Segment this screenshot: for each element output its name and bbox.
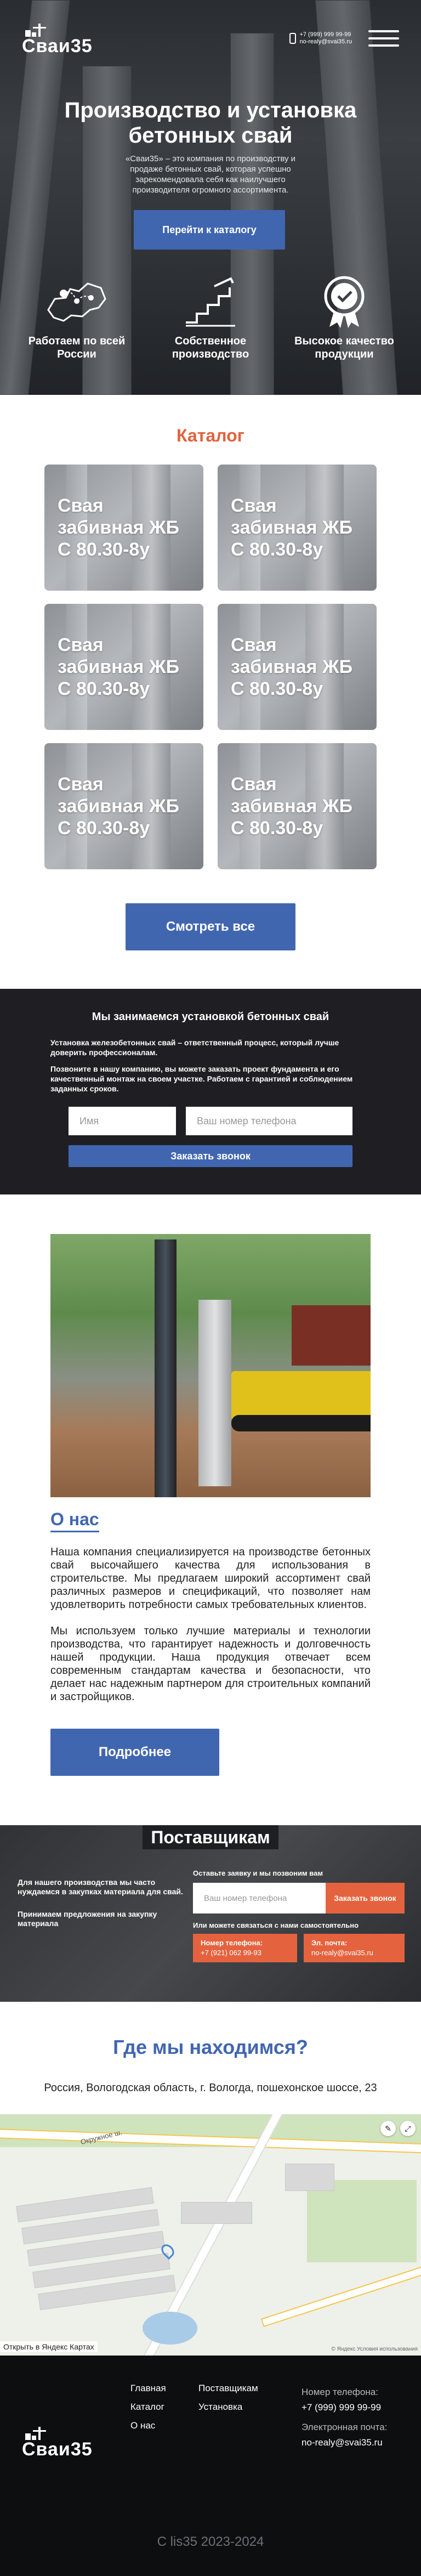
footer-contacts: Номер телефона: +7 (999) 999 99-99 Элект… — [301, 2386, 387, 2449]
catalog-card-title: Свая забивная ЖБ С 80.30-8у — [231, 495, 353, 560]
header-phone[interactable]: +7 (999) 999 99-99 — [299, 31, 352, 38]
footer-nav: Главная Поставщикам Каталог Установка О … — [130, 2383, 266, 2431]
hero-title: Производство и установка бетонных свай — [64, 98, 357, 148]
catalog-card-title: Свая забивная ЖБ С 80.30-8у — [231, 635, 353, 699]
feature-item: Работаем по всей России — [22, 274, 132, 361]
callback-form: Имя Ваш номер телефона — [50, 1107, 371, 1135]
supplier-email[interactable]: no-realy@svai35.ru — [311, 1948, 397, 1958]
supplier-order-call-button[interactable]: Заказать звонок — [326, 1883, 405, 1913]
feature-label: Высокое качество продукции — [294, 335, 394, 360]
supplier-phone[interactable]: +7 (921) 062 99-93 — [201, 1948, 289, 1958]
footer-phone-label: Номер телефона: — [301, 2387, 378, 2397]
open-in-yandex-link[interactable]: Открыть в Яндекс Картах — [0, 2341, 98, 2352]
suppliers-text: Для нашего производства мы часто нуждаем… — [18, 1878, 183, 1896]
about-section: О нас Наша компания специализируется на … — [0, 1194, 421, 1825]
location-section: Где мы находимся? Россия, Вологодская об… — [0, 2002, 421, 2356]
footer-link-suppliers[interactable]: Поставщикам — [198, 2383, 266, 2394]
supplier-email-card: Эл. почта: no-realy@svai35.ru — [304, 1934, 405, 1962]
catalog-card[interactable]: Свая забивная ЖБ С 80.30-8у — [44, 604, 203, 730]
header-actions: +7 (999) 999 99-99 no-realy@svai35.ru — [289, 30, 399, 47]
about-text: Наша компания специализируется на произв… — [50, 1546, 371, 1611]
suppliers-form-label: Оставьте заявку и мы позвоним вам — [193, 1869, 323, 1877]
logo-text: Сваи35 — [22, 2439, 93, 2460]
hero-lead: «Сваи35» – это компания по производству … — [125, 154, 296, 195]
footer-link-catalog[interactable]: Каталог — [130, 2402, 198, 2413]
feature-item: Собственное производство — [156, 274, 265, 361]
supplier-phone-title: Номер телефона: — [201, 1939, 263, 1947]
menu-burger-icon[interactable] — [368, 30, 399, 47]
supplier-email-title: Эл. почта: — [311, 1939, 348, 1947]
phone-icon — [289, 33, 297, 44]
catalog-card[interactable]: Свая забивная ЖБ С 80.30-8у — [218, 604, 377, 730]
order-call-button[interactable]: Заказать звонок — [69, 1145, 352, 1167]
copyright: С lis35 2023-2024 — [157, 2534, 264, 2549]
logo-icon — [25, 2427, 46, 2440]
logo[interactable]: Сваи35 — [22, 22, 93, 56]
catalog-card-title: Свая забивная ЖБ С 80.30-8у — [58, 774, 180, 839]
about-photo — [50, 1234, 371, 1497]
location-address: Россия, Вологодская область, г. Вологда,… — [44, 2082, 377, 2094]
footer-phone[interactable]: +7 (999) 999 99-99 — [301, 2402, 387, 2414]
suppliers-title: Поставщикам — [143, 1825, 278, 1849]
catalog-card[interactable]: Свая забивная ЖБ С 80.30-8у — [218, 743, 377, 869]
location-title: Где мы находимся? — [113, 2036, 308, 2058]
hero-section: Сваи35 +7 (999) 999 99-99 no-realy@svai3… — [0, 0, 421, 395]
catalog-card-title: Свая забивная ЖБ С 80.30-8у — [231, 774, 353, 839]
install-text: Установка железобетонных свай – ответств… — [50, 1038, 339, 1057]
catalog-grid: Свая забивная ЖБ С 80.30-8у Свая забивна… — [0, 465, 421, 869]
more-button[interactable]: Подробнее — [50, 1729, 219, 1776]
install-section: Мы занимаемся установкой бетонных свай У… — [0, 989, 421, 1194]
production-stairs-icon — [186, 277, 235, 327]
site-footer: Главная Поставщикам Каталог Установка О … — [0, 2356, 421, 2576]
catalog-card-title: Свая забивная ЖБ С 80.30-8у — [58, 635, 180, 699]
suppliers-text: Принимаем предложения на закупку материа… — [18, 1910, 157, 1928]
russia-map-icon — [47, 282, 106, 322]
footer-link-about[interactable]: О нас — [130, 2420, 198, 2431]
suppliers-direct-label: Или можете связаться с нами самостоятель… — [193, 1921, 359, 1929]
footer-email-label: Электронная почта: — [301, 2422, 388, 2432]
yandex-map[interactable]: Окружное ш. ✎ ⤢ Открыть в Яндекс Картах … — [0, 2114, 421, 2356]
footer-email[interactable]: no-realy@svai35.ru — [301, 2437, 387, 2449]
site-header: Сваи35 +7 (999) 999 99-99 no-realy@svai3… — [22, 22, 399, 55]
catalog-title: Каталог — [177, 426, 244, 445]
hero-features: Работаем по всей России Собственное прои… — [22, 274, 399, 361]
feature-label: Работаем по всей России — [28, 335, 126, 360]
name-input[interactable]: Имя — [69, 1107, 176, 1135]
catalog-cta-button[interactable]: Перейти к каталогу — [134, 210, 285, 250]
supplier-phone-card: Номер телефона: +7 (921) 062 99-93 — [193, 1934, 297, 1962]
feature-item: Высокое качество продукции — [289, 274, 399, 361]
about-text: Мы используем только лучшие материалы и … — [50, 1625, 371, 1703]
install-title: Мы занимаемся установкой бетонных свай — [92, 1011, 329, 1023]
header-email[interactable]: no-realy@svai35.ru — [299, 38, 352, 46]
install-text: Позвоните в нашу компанию, вы можете зак… — [50, 1065, 353, 1093]
map-ruler-icon[interactable]: ✎ — [380, 2121, 396, 2136]
logo-text: Сваи35 — [22, 36, 93, 56]
see-all-button[interactable]: Смотреть все — [126, 903, 295, 950]
quality-badge-icon — [324, 276, 365, 328]
suppliers-form: Оставьте заявку и мы позвоним вам Ваш но… — [193, 1869, 405, 1962]
catalog-card[interactable]: Свая забивная ЖБ С 80.30-8у — [44, 465, 203, 591]
supplier-phone-input[interactable]: Ваш номер телефона — [193, 1883, 326, 1913]
catalog-card[interactable]: Свая забивная ЖБ С 80.30-8у — [218, 465, 377, 591]
footer-link-install[interactable]: Установка — [198, 2402, 266, 2413]
about-title: О нас — [50, 1509, 99, 1532]
catalog-card-title: Свая забивная ЖБ С 80.30-8у — [58, 495, 180, 560]
header-contact: +7 (999) 999 99-99 no-realy@svai35.ru — [289, 31, 352, 46]
catalog-section: Каталог Свая забивная ЖБ С 80.30-8у Свая… — [0, 395, 421, 989]
map-copyright: © Яндекс Условия использования — [331, 2346, 418, 2352]
suppliers-section: Поставщикам Для нашего производства мы ч… — [0, 1825, 421, 2002]
feature-label: Собственное производство — [172, 335, 249, 360]
footer-link-home[interactable]: Главная — [130, 2383, 198, 2394]
suppliers-info: Для нашего производства мы часто нуждаем… — [18, 1878, 193, 1928]
logo-icon — [25, 24, 46, 37]
phone-input[interactable]: Ваш номер телефона — [186, 1107, 352, 1135]
map-fullscreen-icon[interactable]: ⤢ — [400, 2121, 416, 2136]
catalog-card[interactable]: Свая забивная ЖБ С 80.30-8у — [44, 743, 203, 869]
footer-logo[interactable]: Сваи35 — [22, 2426, 93, 2460]
